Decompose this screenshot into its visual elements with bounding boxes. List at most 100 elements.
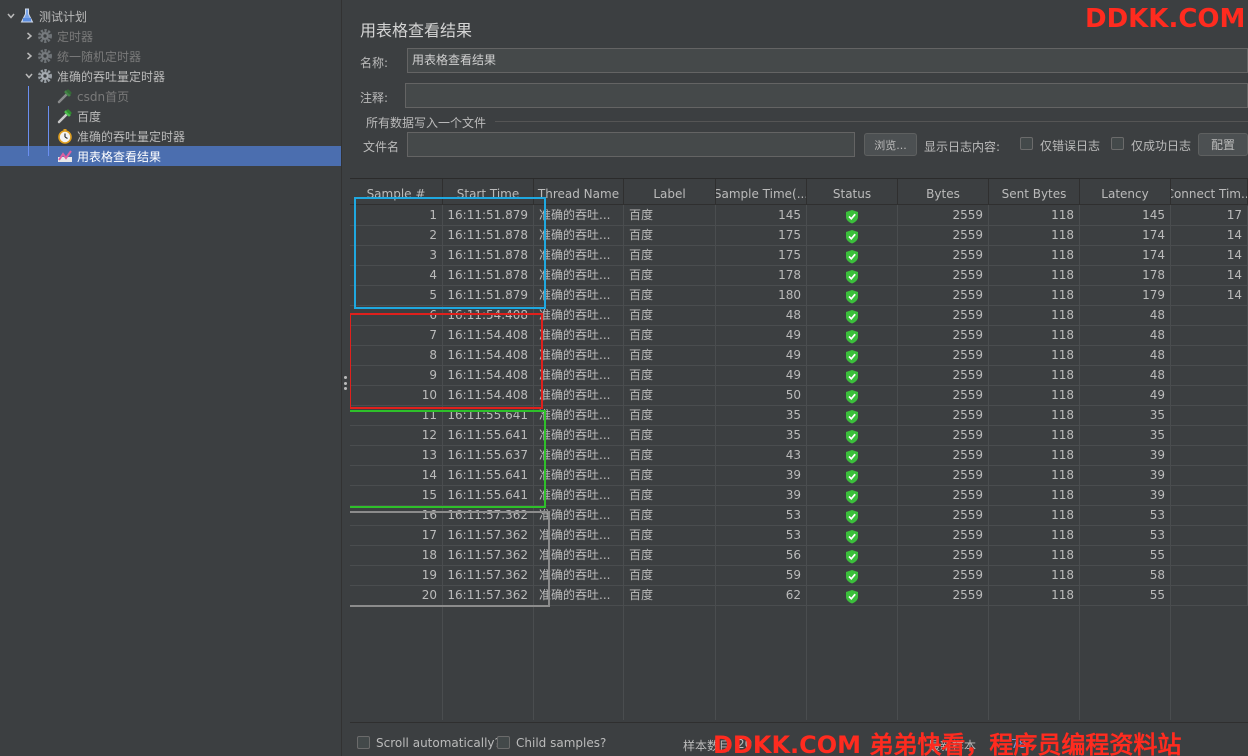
table-cell: 百度 [624,446,716,466]
table-cell: 准确的吞吐... [534,406,624,426]
column-header[interactable]: Latency [1080,179,1171,205]
table-cell: 118 [989,566,1080,586]
chevron-down-icon[interactable] [22,69,36,83]
chevron-right-icon[interactable] [22,29,36,43]
tree-item[interactable]: 准确的吞吐量定时器 [0,126,341,146]
table-cell: 14 [1171,266,1248,286]
table-cell: 118 [989,346,1080,366]
table-cell: 百度 [624,366,716,386]
column-header[interactable]: Bytes [898,179,989,205]
errors-only-checkbox[interactable] [1020,137,1033,150]
table-cell [1171,546,1248,566]
table-cell: 118 [989,326,1080,346]
table-cell: 2559 [898,466,989,486]
status-ok-icon [807,246,898,266]
stopwatch-icon [56,127,74,145]
table-cell: 53 [716,506,807,526]
table-cell: 49 [716,346,807,366]
table-cell: 118 [989,426,1080,446]
status-ok-icon [807,446,898,466]
table-cell: 百度 [624,226,716,246]
table-cell: 2559 [898,206,989,226]
table-cell: 179 [1080,286,1171,306]
table-cell: 49 [716,326,807,346]
table-cell: 14 [1171,286,1248,306]
table-cell: 118 [989,286,1080,306]
table-cell: 2559 [898,386,989,406]
configure-button[interactable]: 配置 [1198,133,1248,156]
tree-item[interactable]: csdn首页 [0,86,341,106]
table-cell: 118 [989,466,1080,486]
table-cell: 118 [989,226,1080,246]
table-cell: 118 [989,206,1080,226]
table-cell: 118 [989,306,1080,326]
scroll-automatically-checkbox[interactable] [357,736,370,749]
status-ok-icon [807,286,898,306]
table-cell: 118 [989,446,1080,466]
column-header[interactable]: Sample Time(... [716,179,807,205]
drag-handle-icon[interactable] [344,376,348,390]
table-cell: 118 [989,486,1080,506]
table-cell: 39 [716,466,807,486]
chevron-right-icon[interactable] [22,49,36,63]
table-cell: 百度 [624,546,716,566]
tree-item-label: csdn首页 [77,89,130,104]
tree-item[interactable]: 统一随机定时器 [0,46,341,66]
test-plan-tree: 测试计划 定时器 统一随机定时器 准确的吞吐量定时器 csdn首页 百度 准确的吞吐量定时器… [0,0,341,756]
tree-item[interactable]: 测试计划 [0,6,341,26]
table-cell: 39 [716,486,807,506]
name-field[interactable]: 用表格查看结果 [407,48,1248,73]
status-ok-icon [807,466,898,486]
table-cell [1171,466,1248,486]
file-group-title: 所有数据写入一个文件 [366,116,487,130]
column-header[interactable]: Sent Bytes [989,179,1080,205]
tree-item[interactable]: 百度 [0,106,341,126]
table-cell: 49 [716,366,807,386]
table-cell [1171,586,1248,606]
browse-button[interactable]: 浏览... [864,133,917,156]
column-header[interactable]: Connect Tim... [1171,179,1248,205]
table-cell: 56 [716,546,807,566]
filename-field[interactable] [407,132,855,157]
table-cell: 145 [716,206,807,226]
results-table[interactable]: Sample # Start Time Thread Name Label Sample… [350,178,1248,720]
table-cell: 准确的吞吐... [534,446,624,466]
table-cell [1171,326,1248,346]
watermark-top: DDKK.COM [1085,4,1246,34]
tree-item[interactable]: 用表格查看结果 [0,146,341,166]
chevron-down-icon[interactable] [4,9,18,23]
child-samples-checkbox[interactable] [497,736,510,749]
table-cell: 2559 [898,426,989,446]
table-cell: 35 [716,426,807,446]
name-label: 名称: [360,56,389,70]
pipette-icon [56,87,74,105]
tree-item-label: 准确的吞吐量定时器 [57,69,166,84]
column-header[interactable]: Status [807,179,898,205]
gear-icon [36,47,54,65]
column-header[interactable]: Thread Name [534,179,624,205]
status-ok-icon [807,486,898,506]
table-cell: 62 [716,586,807,606]
table-cell: 39 [1080,486,1171,506]
table-cell: 178 [1080,266,1171,286]
table-cell [1171,346,1248,366]
success-only-checkbox[interactable] [1111,137,1124,150]
tree-item-label: 测试计划 [39,9,88,24]
table-cell: 2559 [898,546,989,566]
split-pane-divider[interactable] [341,0,350,756]
column-header[interactable]: Label [624,179,716,205]
group-divider [495,121,1248,122]
comment-field[interactable] [405,83,1248,108]
tree-item[interactable]: 定时器 [0,26,341,46]
table-cell: 2559 [898,286,989,306]
table-cell: 48 [716,306,807,326]
tree-guide-line [48,106,49,156]
table-cell: 百度 [624,246,716,266]
table-cell: 2559 [898,486,989,506]
log-content-label: 显示日志内容: [924,140,1001,154]
tree-item[interactable]: 准确的吞吐量定时器 [0,66,341,86]
highlight-box-red [350,313,543,409]
